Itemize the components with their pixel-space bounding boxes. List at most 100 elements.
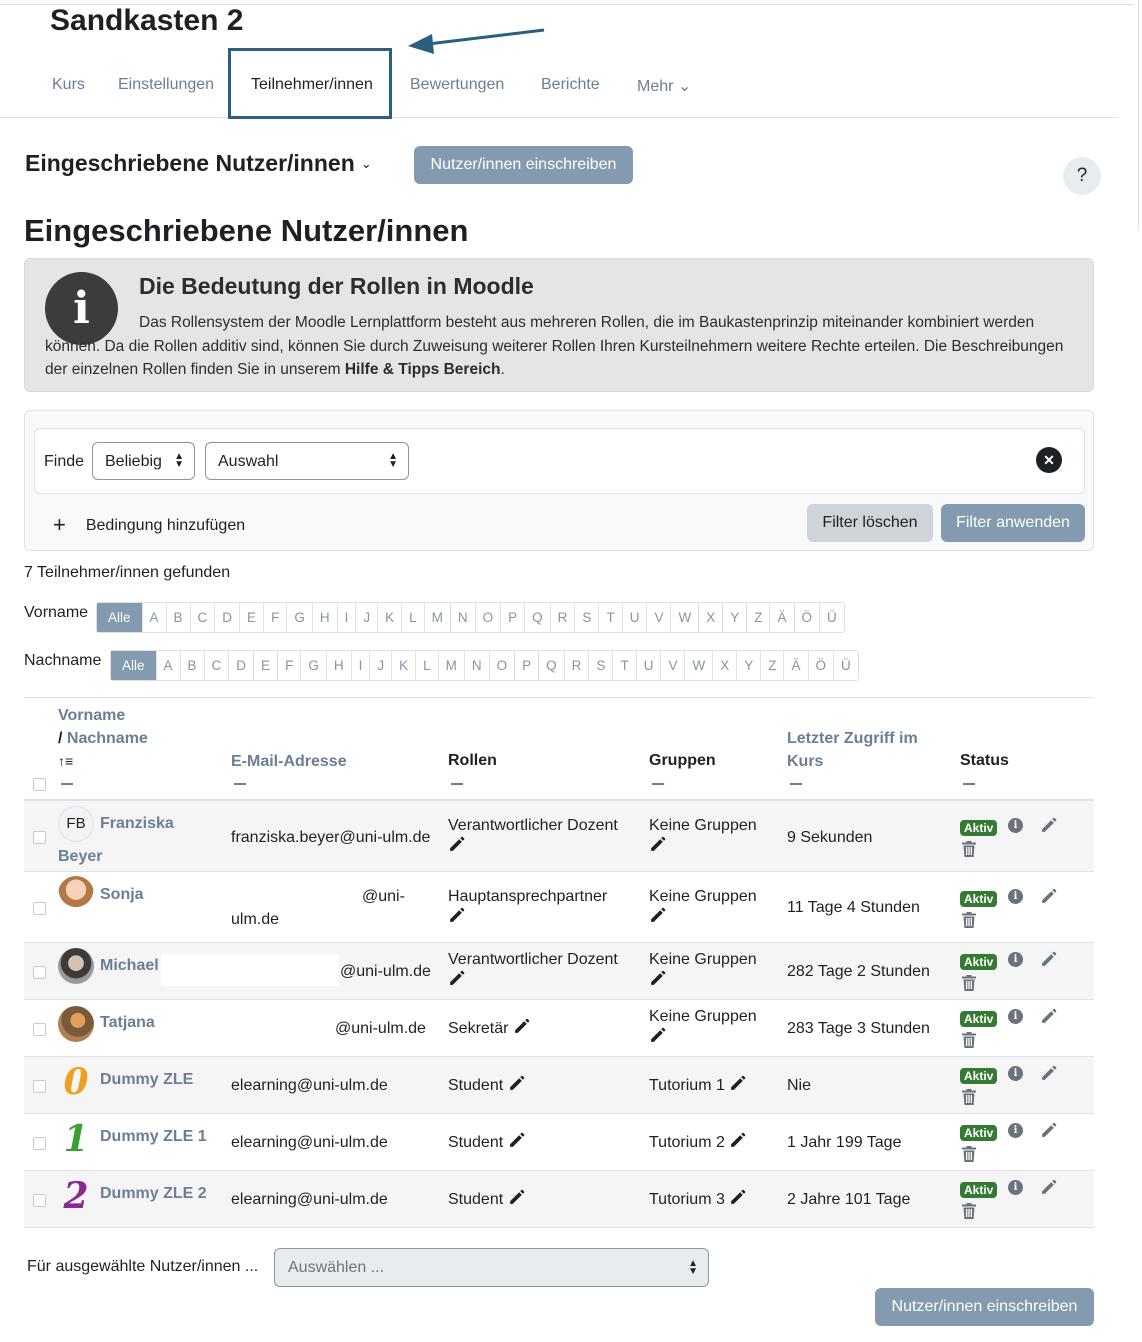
trash-icon[interactable] [962, 841, 976, 857]
lastname-initial-letter[interactable]: P [515, 651, 540, 680]
firstname-initial-letter[interactable]: R [551, 603, 576, 632]
edit-groups-pencil-icon[interactable] [649, 836, 666, 860]
lastname-initial-letter[interactable]: C [205, 651, 230, 680]
collapse-last-access[interactable] [790, 783, 802, 785]
edit-groups-pencil-icon[interactable] [729, 1132, 746, 1149]
row-checkbox[interactable] [33, 965, 46, 979]
edit-groups-pencil-icon[interactable] [729, 1189, 746, 1206]
match-select[interactable]: Beliebig ▲ ▼ [92, 442, 195, 480]
lastname-initial-letter[interactable]: J [370, 651, 393, 680]
info-icon[interactable]: i [1008, 952, 1023, 967]
add-condition-button[interactable]: + Bedingung hinzufügen [53, 512, 245, 538]
edit-role-pencil-icon[interactable] [508, 1075, 525, 1092]
collapse-status[interactable] [963, 783, 975, 785]
firstname-initial-letter[interactable]: Z [747, 603, 771, 632]
firstname-initial-letter[interactable]: Ü [820, 603, 844, 632]
lastname-initial-letter[interactable]: Q [539, 651, 565, 680]
edit-groups-pencil-icon[interactable] [649, 907, 666, 931]
collapse-roles[interactable] [451, 783, 463, 785]
lastname-initial-letter[interactable]: G [301, 651, 327, 680]
edit-groups-pencil-icon[interactable] [649, 970, 666, 994]
apply-filter-button[interactable]: Filter anwenden [941, 504, 1085, 542]
edit-enrolment-icon[interactable] [1040, 1122, 1057, 1139]
lastname-initial-letter[interactable]: L [416, 651, 439, 680]
tab-bewertungen[interactable]: Bewertungen [410, 76, 504, 94]
firstname-initial-letter[interactable]: Ö [795, 603, 821, 632]
edit-enrolment-icon[interactable] [1040, 1065, 1057, 1082]
collapse-firstname[interactable] [61, 783, 73, 785]
trash-icon[interactable] [962, 1203, 976, 1219]
edit-role-pencil-icon[interactable] [513, 1018, 530, 1035]
firstname-initial-letter[interactable]: J [356, 603, 379, 632]
firstname-initial-letter[interactable]: Y [723, 603, 748, 632]
edit-role-pencil-icon[interactable] [508, 1132, 525, 1149]
enrolled-users-selector[interactable]: Eingeschriebene Nutzer/innen ⌄ [25, 150, 372, 177]
collapse-email[interactable] [234, 783, 246, 785]
trash-icon[interactable] [962, 975, 976, 991]
firstname-initial-letter[interactable]: U [623, 603, 648, 632]
lastname-initial-letter[interactable]: V [661, 651, 686, 680]
row-checkbox[interactable] [33, 1136, 46, 1150]
row-checkbox[interactable] [33, 1022, 46, 1036]
close-icon[interactable]: ✕ [1036, 447, 1062, 473]
edit-role-pencil-icon[interactable] [448, 970, 465, 994]
enrol-users-button[interactable]: Nutzer/innen einschreiben [414, 146, 633, 184]
help-icon[interactable]: ? [1063, 157, 1101, 195]
lastname-initial-letter[interactable]: Ö [809, 651, 835, 680]
firstname-initial-letter[interactable]: B [167, 603, 191, 632]
tab-berichte[interactable]: Berichte [541, 76, 600, 94]
user-name-link[interactable]: Dummy ZLE 2 [100, 1182, 207, 1205]
edit-role-pencil-icon[interactable] [508, 1189, 525, 1206]
lastname-initial-letter[interactable]: A [157, 651, 181, 680]
lastname-initial-letter[interactable]: B [181, 651, 205, 680]
firstname-initial-letter[interactable]: N [451, 603, 476, 632]
sort-last-access[interactable]: Letzter Zugriff im [787, 727, 918, 750]
filter-type-select[interactable]: Auswahl ▲ ▼ [205, 442, 409, 480]
lastname-initial-letter[interactable]: U [637, 651, 662, 680]
sort-icon[interactable]: ↑≡ [58, 750, 73, 773]
row-checkbox[interactable] [33, 901, 46, 915]
user-name-link[interactable]: Franziska [100, 812, 174, 835]
lastname-initial-letter[interactable]: X [713, 651, 738, 680]
edit-enrolment-icon[interactable] [1040, 1179, 1057, 1196]
info-icon[interactable]: i [1008, 1066, 1023, 1081]
firstname-initial-letter[interactable]: G [287, 603, 313, 632]
firstname-initial-letter[interactable]: H [313, 603, 338, 632]
trash-icon[interactable] [962, 912, 976, 928]
firstname-initial-letter[interactable]: I [338, 603, 357, 632]
trash-icon[interactable] [962, 1032, 976, 1048]
firstname-initial-letter[interactable]: M [425, 603, 451, 632]
firstname-initial-letter[interactable]: E [240, 603, 265, 632]
row-checkbox[interactable] [33, 1079, 46, 1093]
tab-kurs[interactable]: Kurs [52, 76, 85, 94]
firstname-initial-letter[interactable]: F [264, 603, 288, 632]
row-checkbox[interactable] [33, 830, 46, 844]
select-all-checkbox[interactable] [33, 778, 46, 791]
clear-filter-button[interactable]: Filter löschen [807, 504, 933, 542]
sort-last-access-line2[interactable]: Kurs [787, 750, 823, 773]
firstname-initial-letter[interactable]: C [191, 603, 216, 632]
firstname-initial-letter[interactable]: K [378, 603, 403, 632]
info-icon[interactable]: i [1008, 889, 1023, 904]
lastname-initial-letter[interactable]: D [229, 651, 255, 680]
edit-enrolment-icon[interactable] [1040, 888, 1057, 905]
tab-mehr[interactable]: Mehr ⌄ [637, 76, 691, 96]
info-icon[interactable]: i [1008, 1009, 1023, 1024]
firstname-initial-letter[interactable]: V [647, 603, 672, 632]
tab-einstellungen[interactable]: Einstellungen [118, 76, 214, 94]
lastname-initial-letter[interactable]: F [278, 651, 302, 680]
firstname-initial-letter[interactable]: X [699, 603, 724, 632]
user-name-link[interactable]: Tatjana [100, 1011, 155, 1034]
sort-lastname[interactable]: / Nachname [58, 727, 148, 750]
user-name-link[interactable]: Michael [100, 954, 159, 977]
sort-firstname[interactable]: Vorname [58, 704, 125, 727]
lastname-initial-letter[interactable]: Y [737, 651, 762, 680]
lastname-initial-letter[interactable]: H [327, 651, 352, 680]
firstname-initial-all[interactable]: Alle [97, 603, 143, 632]
row-checkbox[interactable] [33, 1193, 46, 1207]
lastname-initial-letter[interactable]: W [685, 651, 714, 680]
lastname-initial-letter[interactable]: S [589, 651, 614, 680]
user-lastname-link[interactable]: Beyer [58, 845, 102, 868]
edit-enrolment-icon[interactable] [1040, 951, 1057, 968]
edit-groups-pencil-icon[interactable] [649, 1027, 666, 1051]
